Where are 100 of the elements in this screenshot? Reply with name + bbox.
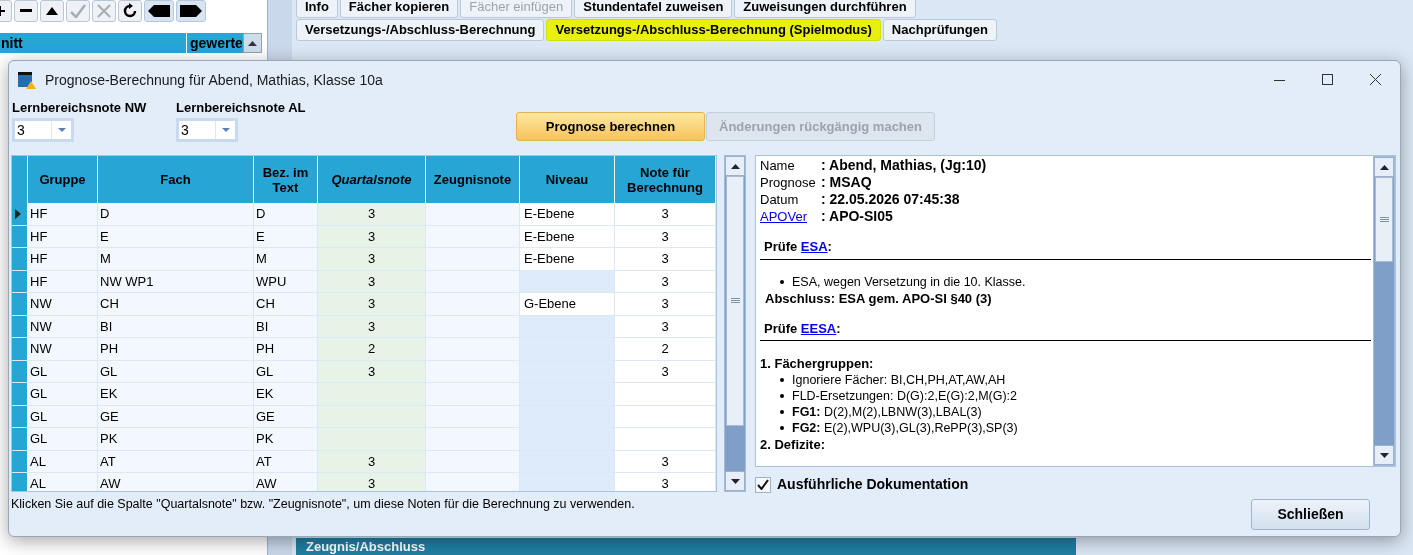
- bullet-icon: [780, 426, 784, 430]
- table-cell: AL: [28, 473, 98, 491]
- scrollbar[interactable]: [724, 155, 746, 492]
- window-title: Prognose-Berechnung für Abend, Mathias, Klasse 10a: [45, 70, 383, 90]
- down-arrow-icon: [1379, 452, 1389, 458]
- minus-icon: [20, 9, 32, 13]
- scroll-down-button[interactable]: [1374, 445, 1394, 465]
- table-cell: GL: [28, 360, 98, 382]
- bullet-icon: [780, 279, 784, 284]
- scroll-down-button[interactable]: [725, 471, 745, 491]
- table-cell: HF: [28, 203, 98, 225]
- tab[interactable]: Nachprüfungen: [882, 19, 997, 41]
- scroll-up-button[interactable]: [725, 156, 745, 176]
- table-cell: NW WP1: [98, 270, 254, 292]
- up-arrow-icon: [730, 163, 740, 169]
- up-arrow-icon: [46, 7, 58, 15]
- scrollbar[interactable]: [1373, 156, 1395, 466]
- tab[interactable]: Versetzungs-/Abschluss-Berechnung: [296, 19, 545, 41]
- table-cell: BI: [254, 315, 318, 337]
- section-heading: Prüfe EESA:: [764, 320, 841, 336]
- table-cell: 3: [318, 248, 426, 270]
- toolbar-button[interactable]: [144, 0, 174, 22]
- section-heading: 2. Defizite:: [760, 436, 826, 453]
- table-cell: PH: [98, 338, 254, 360]
- table-cell: AW: [254, 473, 318, 491]
- table-cell: 3: [318, 450, 426, 472]
- result-text: Abschluss: ESA gem. APO-SI §40 (3): [764, 289, 993, 307]
- section-heading: 1. Fächergruppen:: [760, 355, 875, 372]
- table-cell: HF: [28, 270, 98, 292]
- scroll-up-button[interactable]: [1374, 157, 1394, 177]
- toolbar-button[interactable]: [40, 0, 64, 22]
- table-cell: PH: [254, 338, 318, 360]
- section-heading: Prüfe ESA:: [764, 239, 832, 254]
- table-cell: GE: [98, 405, 254, 427]
- dropdown-field[interactable]: 3: [176, 118, 238, 142]
- current-row-icon: [15, 208, 21, 219]
- hint-text: Klicken Sie auf die Spalte "Quartalsnote" bzw. "Zeugnisnote", um diese Noten für die Berechnung zu verwenden.: [11, 496, 635, 513]
- column-header: nitt: [0, 33, 187, 53]
- close-icon: [97, 4, 111, 18]
- grip-icon: [1379, 216, 1389, 223]
- link[interactable]: APOVer: [760, 208, 821, 225]
- tab[interactable]: Stundentafel zuweisen: [574, 0, 733, 18]
- table-cell: AT: [254, 450, 318, 472]
- tab[interactable]: Versetzungs-/Abschluss-Berechnung (Spielmodus): [546, 19, 881, 41]
- dropdown-field[interactable]: 3: [12, 118, 74, 142]
- table-cell: E: [254, 225, 318, 247]
- up-arrow-icon: [248, 40, 257, 46]
- list-item: FLD-Ersetzungen: D(G):2,E(G):2,M(G):2: [792, 388, 1018, 404]
- table-cell: GL: [28, 383, 98, 405]
- grip-icon: [730, 298, 740, 304]
- table-cell: CH: [98, 293, 254, 315]
- table-cell: D: [98, 203, 254, 225]
- table-cell: D: [254, 203, 318, 225]
- tab[interactable]: Zuweisungen durchführen: [734, 0, 916, 18]
- scroll-thumb[interactable]: [1375, 177, 1393, 262]
- table-cell: AW: [98, 473, 254, 491]
- section-tab[interactable]: Zeugnis/Abschluss: [296, 538, 1076, 555]
- bullet-icon: [780, 410, 784, 414]
- action-button[interactable]: Prognose berechnen: [516, 112, 705, 141]
- bullet-icon: [780, 394, 784, 398]
- table-cell: GL: [28, 405, 98, 427]
- table-cell: M: [254, 248, 318, 270]
- list-item: FG1: D(2),M(2),LBNW(3),LBAL(3): [792, 404, 982, 420]
- table-cell: NW: [28, 315, 98, 337]
- field-value: : Abend, Mathias, (Jg:10): [821, 157, 987, 174]
- table-cell: AL: [28, 450, 98, 472]
- toolbar-button[interactable]: [14, 0, 38, 22]
- checkbox[interactable]: [755, 476, 771, 493]
- down-arrow-icon: [730, 478, 740, 484]
- toolbar-button[interactable]: [176, 0, 206, 22]
- table-cell: GL: [98, 360, 254, 382]
- maximize-icon: [1322, 74, 1334, 86]
- list-item: ESA, wegen Versetzung in die 10. Klasse.: [792, 273, 1026, 290]
- field-value: : 22.05.2026 07:45:38: [821, 191, 960, 208]
- app-icon: [17, 70, 37, 90]
- up-arrow-icon: [1379, 164, 1389, 170]
- tab[interactable]: Fächer kopieren: [339, 0, 459, 18]
- table-cell: 3: [318, 270, 426, 292]
- table-cell: 2: [318, 338, 426, 360]
- bullet-icon: [780, 378, 784, 382]
- table-cell: CH: [254, 293, 318, 315]
- checkmark-icon: [70, 4, 86, 18]
- table-cell: 3: [318, 203, 426, 225]
- row-header[interactable]: [12, 203, 28, 225]
- field-label: Lernbereichsnote AL: [176, 99, 307, 117]
- checkbox-label: Ausführliche Dokumentation: [777, 475, 969, 494]
- close-button[interactable]: Schließen: [1251, 499, 1370, 530]
- tab[interactable]: Info: [296, 0, 338, 18]
- toolbar-button[interactable]: [118, 0, 142, 22]
- right-arrow-icon: [180, 5, 202, 17]
- field-value: : MSAQ: [821, 174, 872, 191]
- table-cell: HF: [28, 225, 98, 247]
- scroll-thumb[interactable]: [726, 176, 744, 426]
- table-cell: NW: [28, 338, 98, 360]
- scroll-up-button[interactable]: [243, 33, 262, 53]
- table-cell: HF: [28, 248, 98, 270]
- table-cell: EK: [98, 383, 254, 405]
- table-cell: 3: [318, 225, 426, 247]
- table-cell: EK: [254, 383, 318, 405]
- table-cell: 3: [318, 360, 426, 382]
